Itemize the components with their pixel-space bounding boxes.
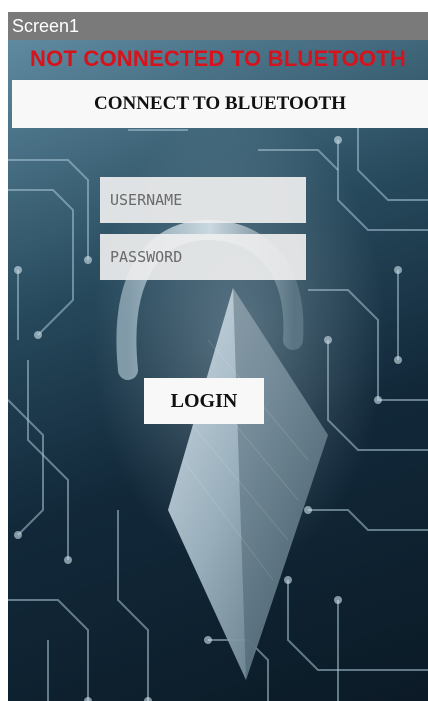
padlock-circuit-board-background bbox=[8, 120, 428, 701]
login-button[interactable]: LOGIN bbox=[144, 378, 264, 424]
username-input[interactable] bbox=[100, 177, 306, 223]
connect-bluetooth-button[interactable]: CONNECT TO BLUETOOTH bbox=[12, 80, 428, 128]
main-content: NOT CONNECTED TO BLUETOOTH CONNECT TO BL… bbox=[8, 40, 428, 701]
screen-title: Screen1 bbox=[8, 12, 428, 40]
password-input[interactable] bbox=[100, 234, 306, 280]
connection-status-text: NOT CONNECTED TO BLUETOOTH bbox=[30, 46, 406, 71]
app-screen: Screen1 NOT CONNECTED TO BLUETOOTH CONNE… bbox=[0, 0, 428, 701]
